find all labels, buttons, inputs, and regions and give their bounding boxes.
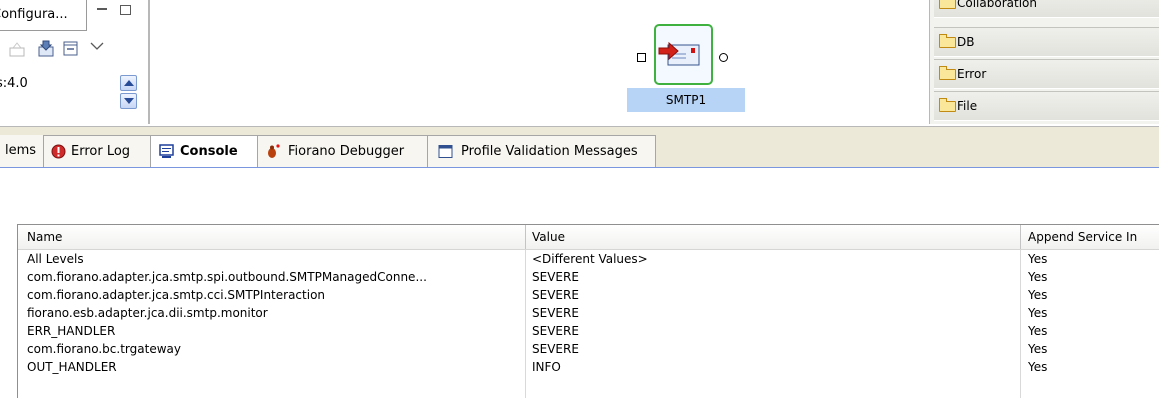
- view-tab-bar: lems Error Log Console Fiorano Debugger …: [0, 126, 1159, 169]
- column-header-value[interactable]: Value: [532, 225, 1030, 249]
- cell-append[interactable]: Yes: [1028, 286, 1159, 304]
- folder-icon: [939, 0, 956, 9]
- cell-value[interactable]: SEVERE: [532, 340, 1030, 358]
- collapse-icon[interactable]: [62, 40, 80, 58]
- tab-console[interactable]: Console: [151, 135, 258, 169]
- tab-problems[interactable]: lems: [0, 135, 44, 169]
- cell-append[interactable]: Yes: [1028, 304, 1159, 322]
- tab-profile-validation-messages[interactable]: Profile Validation Messages: [428, 135, 656, 169]
- table-row[interactable]: ERR_HANDLER SEVERE Yes: [18, 322, 1159, 340]
- column-header-append-service[interactable]: Append Service In: [1028, 225, 1159, 249]
- import-icon[interactable]: [37, 40, 55, 58]
- table-header-row: Name Value Append Service In: [18, 225, 1159, 250]
- column-resize-handle[interactable]: [525, 225, 526, 249]
- cell-name: com.fiorano.bc.trgateway: [27, 342, 181, 356]
- palette-item-db[interactable]: DB: [934, 27, 1159, 57]
- tab-profile-validation-label: Profile Validation Messages: [461, 144, 638, 159]
- palette-item-collaboration[interactable]: Collaboration: [934, 0, 1159, 18]
- cell-name: fiorano.esb.adapter.jca.dii.smtp.monitor: [27, 306, 268, 320]
- cell-name: com.fiorano.adapter.jca.smtp.spi.outboun…: [27, 270, 427, 284]
- window-icon: [438, 145, 453, 158]
- version-field[interactable]: s:4.0: [0, 70, 117, 114]
- flow-canvas[interactable]: [150, 0, 925, 124]
- component-palette: Collaboration DB Error File: [929, 0, 1159, 124]
- table-row[interactable]: com.fiorano.adapter.jca.smtp.cci.SMTPInt…: [18, 286, 1159, 304]
- cell-name: OUT_HANDLER: [27, 360, 117, 374]
- tab-fiorano-debugger[interactable]: Fiorano Debugger: [258, 135, 428, 169]
- tab-strip: lems Error Log Console Fiorano Debugger …: [0, 135, 1159, 169]
- cell-name: ERR_HANDLER: [27, 324, 116, 338]
- configuration-tab[interactable]: Configura...: [0, 0, 87, 31]
- minimize-icon[interactable]: [97, 8, 107, 10]
- folder-icon: [939, 66, 956, 80]
- palette-item-label: DB: [957, 35, 975, 49]
- column-header-name[interactable]: Name: [27, 225, 525, 249]
- cell-value[interactable]: <Different Values>: [532, 250, 1030, 268]
- logger-properties-table[interactable]: Name Value Append Service In All Levels …: [17, 224, 1159, 398]
- table-row[interactable]: OUT_HANDLER INFO Yes: [18, 358, 1159, 376]
- tab-console-label: Console: [180, 144, 238, 159]
- cell-append[interactable]: Yes: [1028, 322, 1159, 340]
- maximize-icon[interactable]: [120, 5, 131, 15]
- chevron-up-icon: [124, 80, 134, 86]
- palette-item-error[interactable]: Error: [934, 59, 1159, 89]
- version-value: s:4.0: [0, 76, 28, 91]
- tab-error-log-label: Error Log: [71, 144, 131, 159]
- palette-item-label: Error: [957, 67, 987, 81]
- palette-item-label: File: [957, 99, 978, 113]
- chevron-down-icon: [124, 98, 134, 104]
- cell-value[interactable]: INFO: [532, 358, 1030, 376]
- cell-value[interactable]: SEVERE: [532, 286, 1030, 304]
- cell-append[interactable]: Yes: [1028, 250, 1159, 268]
- properties-toolbar: [0, 35, 148, 65]
- table-row[interactable]: fiorano.esb.adapter.jca.dii.smtp.monitor…: [18, 304, 1159, 322]
- cell-name: All Levels: [27, 252, 84, 266]
- table-row[interactable]: com.fiorano.adapter.jca.smtp.spi.outboun…: [18, 268, 1159, 286]
- output-port[interactable]: [719, 53, 728, 62]
- console-icon: [159, 144, 174, 158]
- folder-icon: [939, 98, 956, 112]
- column-resize-handle[interactable]: [1020, 225, 1021, 249]
- cell-append[interactable]: Yes: [1028, 340, 1159, 358]
- cell-value[interactable]: SEVERE: [532, 304, 1030, 322]
- input-port[interactable]: [637, 53, 646, 62]
- cell-value[interactable]: SEVERE: [532, 322, 1030, 340]
- palette-item-file[interactable]: File: [934, 91, 1159, 121]
- cell-append[interactable]: Yes: [1028, 358, 1159, 376]
- debugger-bug-icon: [268, 144, 280, 158]
- cell-name: com.fiorano.adapter.jca.smtp.cci.SMTPInt…: [27, 288, 326, 302]
- tab-fiorano-debugger-label: Fiorano Debugger: [288, 144, 405, 159]
- view-menu-chevron-icon[interactable]: [88, 37, 106, 55]
- error-log-icon: [51, 144, 66, 159]
- envelope-icon: [658, 41, 700, 66]
- configuration-tab-label: Configura...: [0, 7, 68, 22]
- export-icon[interactable]: [8, 40, 26, 58]
- cell-value[interactable]: SEVERE: [532, 268, 1030, 286]
- scroll-up-button[interactable]: [120, 75, 137, 91]
- cell-append[interactable]: Yes: [1028, 268, 1159, 286]
- scroll-down-button[interactable]: [120, 93, 137, 109]
- palette-item-label: Collaboration: [957, 0, 1037, 10]
- smtp-component-node[interactable]: [654, 24, 713, 85]
- folder-icon: [939, 34, 956, 48]
- table-row[interactable]: All Levels <Different Values> Yes: [18, 250, 1159, 268]
- table-row[interactable]: com.fiorano.bc.trgateway SEVERE Yes: [18, 340, 1159, 358]
- tab-problems-label: lems: [5, 143, 37, 158]
- tab-error-log[interactable]: Error Log: [44, 135, 151, 169]
- node-label[interactable]: SMTP1: [627, 88, 745, 112]
